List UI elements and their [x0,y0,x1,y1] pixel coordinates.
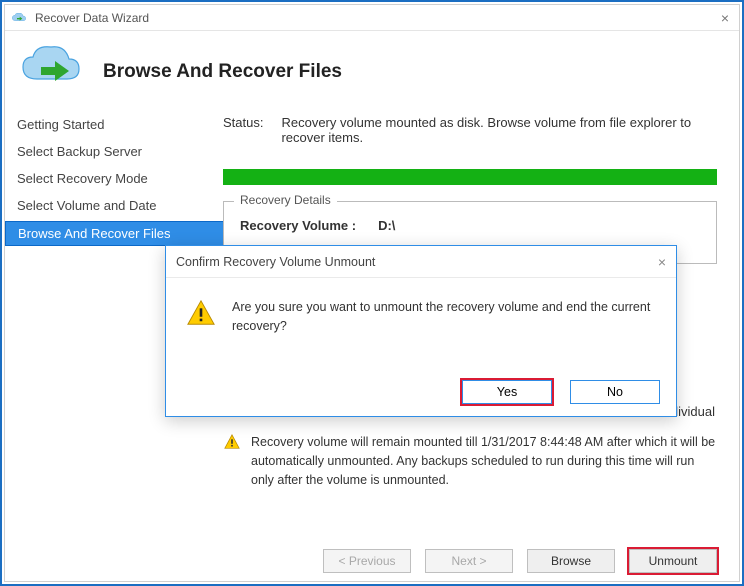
unmount-warning-text: Recovery volume will remain mounted till… [251,433,717,489]
main-window: Recover Data Wizard × Browse And Recover… [4,4,740,582]
sidebar-item-browse-recover[interactable]: Browse And Recover Files [5,221,224,246]
close-icon[interactable]: × [717,10,733,26]
no-button[interactable]: No [570,380,660,404]
dialog-message: Are you sure you want to unmount the rec… [232,298,656,336]
app-cloud-icon [11,12,27,24]
app-frame: Recover Data Wizard × Browse And Recover… [0,0,744,586]
browse-button[interactable]: Browse [527,549,615,573]
wizard-header: Browse And Recover Files [5,31,739,105]
titlebar: Recover Data Wizard × [5,5,739,31]
recovery-volume-label: Recovery Volume : [240,218,356,233]
wizard-cloud-icon [19,43,83,87]
sidebar-item-select-recovery-mode[interactable]: Select Recovery Mode [5,167,223,190]
yes-button[interactable]: Yes [462,380,552,404]
unmount-button[interactable]: Unmount [629,549,717,573]
sidebar-item-getting-started[interactable]: Getting Started [5,113,223,136]
status-label: Status: [223,115,263,145]
recovery-volume-value: D:\ [378,218,395,233]
sidebar-item-select-backup-server[interactable]: Select Backup Server [5,140,223,163]
sidebar-item-select-volume-date[interactable]: Select Volume and Date [5,194,223,217]
recovery-details-legend: Recovery Details [234,193,337,207]
status-text: Recovery volume mounted as disk. Browse … [281,115,717,145]
window-title: Recover Data Wizard [35,11,149,25]
confirm-unmount-dialog: Confirm Recovery Volume Unmount × Are yo… [165,245,677,417]
wizard-footer: < Previous Next > Browse Unmount [323,549,717,573]
warning-icon [223,433,241,451]
page-title: Browse And Recover Files [103,61,342,83]
dialog-title: Confirm Recovery Volume Unmount [176,255,375,269]
dialog-titlebar: Confirm Recovery Volume Unmount × [166,246,676,278]
progress-bar [223,169,717,185]
warning-icon [186,298,216,336]
next-button: Next > [425,549,513,573]
unmount-warning: Recovery volume will remain mounted till… [223,433,717,489]
dialog-close-icon[interactable]: × [658,254,666,270]
status-row: Status: Recovery volume mounted as disk.… [223,115,717,145]
previous-button: < Previous [323,549,411,573]
